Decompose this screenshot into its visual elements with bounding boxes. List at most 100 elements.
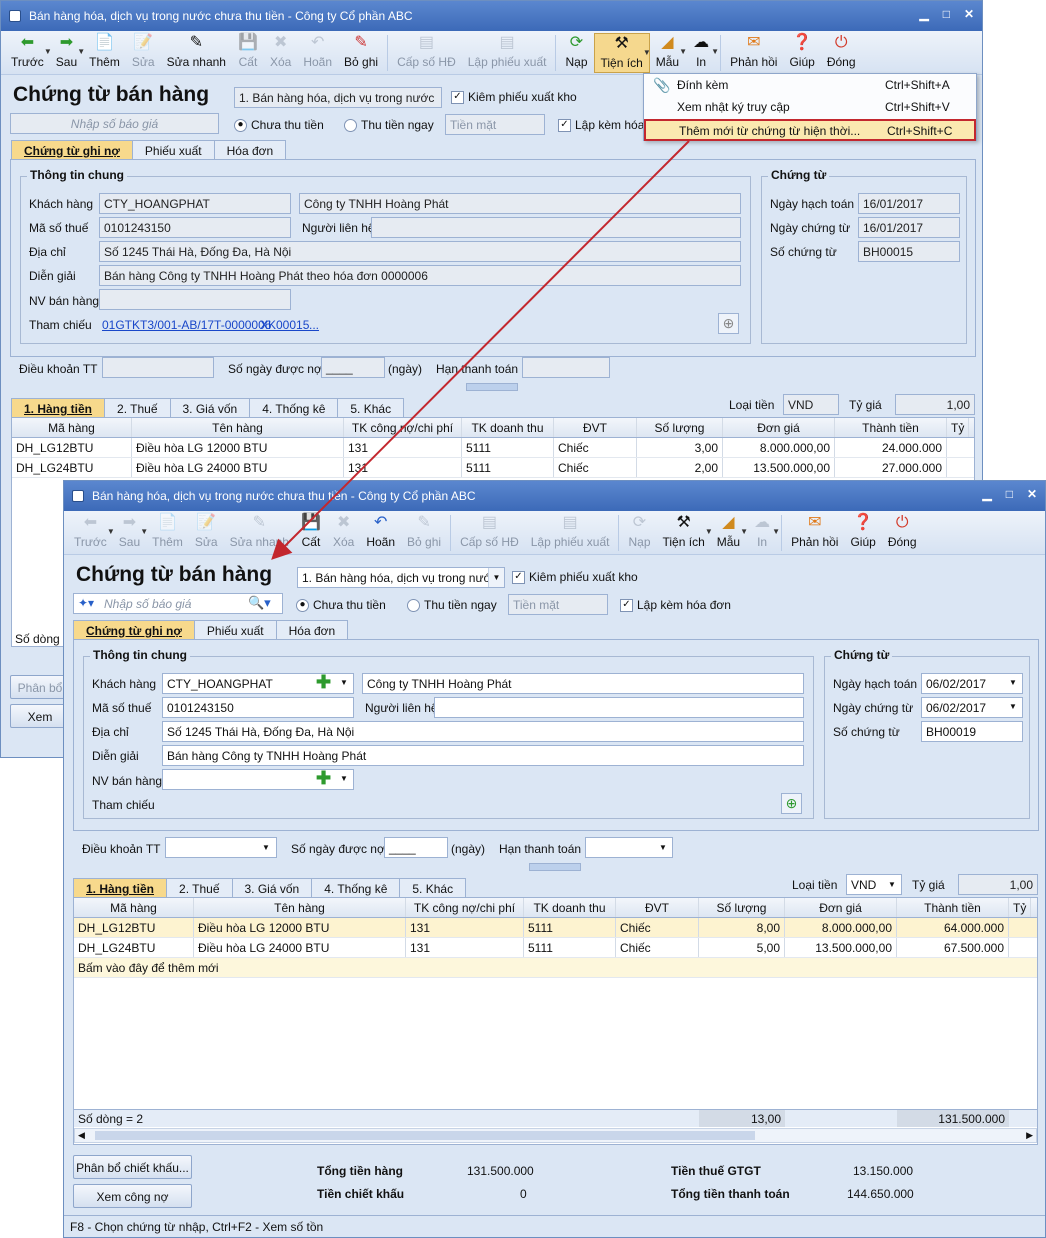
add-salesperson-icon[interactable]: ✚ <box>316 769 331 787</box>
column-header[interactable]: TK công nợ/chi phí <box>406 898 524 917</box>
reload-button[interactable]: ⟳ Nạp <box>622 513 656 553</box>
issue-slip-button[interactable]: ▤ Lập phiếu xuất <box>462 33 553 73</box>
back-reference-invoice[interactable]: 01GTKT3/001-AB/17T-0000006 <box>102 318 271 332</box>
calendar-dropdown-icon[interactable]: ▼ <box>1009 702 1017 711</box>
undo-button[interactable]: ↶ Hoãn <box>297 33 338 73</box>
table-row[interactable]: DH_LG24BTU Điều hòa LG 24000 BTU 131 511… <box>12 458 974 478</box>
front-radio-paid[interactable]: Thu tiền ngay <box>407 598 497 612</box>
back-description[interactable]: Bán hàng Công ty TNHH Hoàng Phát theo hó… <box>99 265 741 286</box>
alloc-discount-button[interactable]: Phân bổ chiết khấu... <box>73 1155 192 1179</box>
search-icon[interactable]: 🔍▾ <box>248 595 271 611</box>
maximize-icon[interactable]: □ <box>943 7 950 21</box>
back-address[interactable]: Số 1245 Thái Hà, Đống Đa, Hà Nội <box>99 241 741 262</box>
minimize-icon[interactable]: ▁ <box>982 487 991 501</box>
column-header[interactable]: TK doanh thu <box>524 898 616 917</box>
back-payment-method[interactable]: Tiền mặt <box>445 114 545 135</box>
tab-issue-slip[interactable]: Phiếu xuất <box>131 140 215 161</box>
column-header[interactable]: Đơn giá <box>723 418 835 437</box>
column-header[interactable]: TK doanh thu <box>462 418 554 437</box>
quick-edit-button[interactable]: ✎ Sửa nhanh <box>224 513 295 553</box>
back-invoice-check[interactable]: ✓ Lập kèm hóa <box>558 118 644 132</box>
edit-button[interactable]: 📝 Sửa <box>189 513 224 553</box>
close-icon[interactable]: ✕ <box>1027 487 1037 501</box>
back-payment-terms[interactable] <box>102 357 214 378</box>
unpost-button[interactable]: ✎ Bỏ ghi <box>338 33 384 73</box>
column-header[interactable]: Đơn giá <box>785 898 897 917</box>
utilities-button[interactable]: ⚒ Tiện ích ▼ <box>593 33 651 73</box>
column-header[interactable]: Tên hàng <box>194 898 406 917</box>
front-voucher-no[interactable]: BH00019 <box>921 721 1023 742</box>
column-header[interactable]: Tên hàng <box>132 418 344 437</box>
invoice-number-button[interactable]: ▤ Cấp số HĐ <box>454 513 525 553</box>
front-customer-name[interactable]: Công ty TNHH Hoàng Phát <box>362 673 804 694</box>
utilities-button[interactable]: ⚒ Tiện ích ▼ <box>657 513 713 553</box>
help-button[interactable]: ❓ Giúp <box>844 513 881 553</box>
tab-issue-slip[interactable]: Phiếu xuất <box>193 620 277 641</box>
close-button[interactable]: ⏻ Đóng <box>821 33 862 73</box>
tab-cost[interactable]: 3. Giá vốn <box>169 398 251 419</box>
back-view-debt-button[interactable]: Xem <box>10 704 70 728</box>
back-radio-paid[interactable]: Thu tiền ngay <box>344 118 434 132</box>
column-header[interactable]: ĐVT <box>554 418 637 437</box>
back-voucher-date[interactable]: 16/01/2017 <box>858 217 960 238</box>
tab-stats[interactable]: 4. Thống kê <box>311 878 401 899</box>
column-header[interactable]: Tỷ l <box>1009 898 1031 917</box>
next-button[interactable]: ➡ Sau ▼ <box>50 33 85 73</box>
menu-item-attach[interactable]: 📎 Đính kèm Ctrl+Shift+A <box>644 75 976 97</box>
chevron-down-icon[interactable]: ▼ <box>888 880 896 889</box>
calendar-dropdown-icon[interactable]: ▼ <box>1009 678 1017 687</box>
tab-invoice[interactable]: Hóa đơn <box>213 140 287 161</box>
column-header[interactable]: Số lượng <box>637 418 723 437</box>
front-contact[interactable] <box>434 697 804 718</box>
back-currency[interactable]: VND <box>783 394 839 415</box>
scroll-thumb[interactable] <box>95 1131 755 1140</box>
menu-item-copy-from-current[interactable]: Thêm mới từ chứng từ hiện thời... Ctrl+Sh… <box>644 119 976 141</box>
save-button[interactable]: 💾 Cất <box>295 513 327 553</box>
column-header[interactable]: Mã hàng <box>12 418 132 437</box>
column-header[interactable]: TK công nợ/chi phí <box>344 418 462 437</box>
tab-tax[interactable]: 2. Thuế <box>166 878 233 899</box>
front-posting-date[interactable]: 06/02/2017 <box>921 673 1023 694</box>
front-address[interactable]: Số 1245 Thái Hà, Đống Đa, Hà Nội <box>162 721 804 742</box>
front-description[interactable]: Bán hàng Công ty TNHH Hoàng Phát <box>162 745 804 766</box>
front-sale-type[interactable]: 1. Bán hàng hóa, dịch vụ trong nước <box>297 567 505 588</box>
attach-icon[interactable]: ⊕ <box>781 793 802 814</box>
help-button[interactable]: ❓ Giúp <box>783 33 820 73</box>
tab-invoice[interactable]: Hóa đơn <box>275 620 349 641</box>
prev-button[interactable]: ⬅ Trước ▼ <box>5 33 52 73</box>
back-salesperson[interactable] <box>99 289 291 310</box>
delete-button[interactable]: ✖ Xóa <box>327 513 360 553</box>
chevron-down-icon[interactable]: ▼ <box>659 843 667 852</box>
tab-debit-voucher[interactable]: Chứng từ ghi nợ <box>11 140 133 161</box>
front-tax-code[interactable]: 0101243150 <box>162 697 354 718</box>
back-rate[interactable]: 1,00 <box>895 394 975 415</box>
delete-button[interactable]: ✖ Xóa <box>264 33 297 73</box>
back-reference-slip[interactable]: XK00015 <box>260 318 309 332</box>
back-posting-date[interactable]: 16/01/2017 <box>858 193 960 214</box>
maximize-icon[interactable]: □ <box>1006 487 1013 501</box>
back-reference-more[interactable]: ... <box>309 318 319 332</box>
reload-button[interactable]: ⟳ Nạp <box>559 33 593 73</box>
template-button[interactable]: ◢ Mẫu ▼ <box>650 33 687 73</box>
back-tax-code[interactable]: 0101243150 <box>99 217 291 238</box>
attach-icon[interactable]: ⊕ <box>718 313 739 334</box>
front-rate[interactable]: 1,00 <box>958 874 1038 895</box>
add-customer-icon[interactable]: ✚ <box>316 673 331 691</box>
back-radio-unpaid[interactable]: ● Chưa thu tiền <box>234 118 324 132</box>
feedback-button[interactable]: ✉ Phản hồi <box>785 513 844 553</box>
column-header[interactable]: Mã hàng <box>74 898 194 917</box>
front-stock-check[interactable]: ✓ Kiêm phiếu xuất kho <box>512 570 638 584</box>
back-customer-code[interactable]: CTY_HOANGPHAT <box>99 193 291 214</box>
scroll-right-icon[interactable]: ▶ <box>1026 1130 1033 1141</box>
front-invoice-check[interactable]: ✓ Lập kèm hóa đơn <box>620 598 731 612</box>
add-button[interactable]: 📄 Thêm <box>83 33 126 73</box>
front-payment-terms[interactable] <box>165 837 277 858</box>
front-credit-days[interactable]: ____ <box>384 837 448 858</box>
print-button[interactable]: ☁ In ▼ <box>685 33 719 73</box>
next-button[interactable]: ➡ Sau ▼ <box>113 513 148 553</box>
issue-slip-button[interactable]: ▤ Lập phiếu xuất <box>525 513 616 553</box>
front-radio-unpaid[interactable]: ● Chưa thu tiền <box>296 598 386 612</box>
column-header[interactable]: ĐVT <box>616 898 699 917</box>
table-row[interactable]: DH_LG24BTU Điều hòa LG 24000 BTU 131 511… <box>74 938 1037 958</box>
unpost-button[interactable]: ✎ Bỏ ghi <box>401 513 447 553</box>
